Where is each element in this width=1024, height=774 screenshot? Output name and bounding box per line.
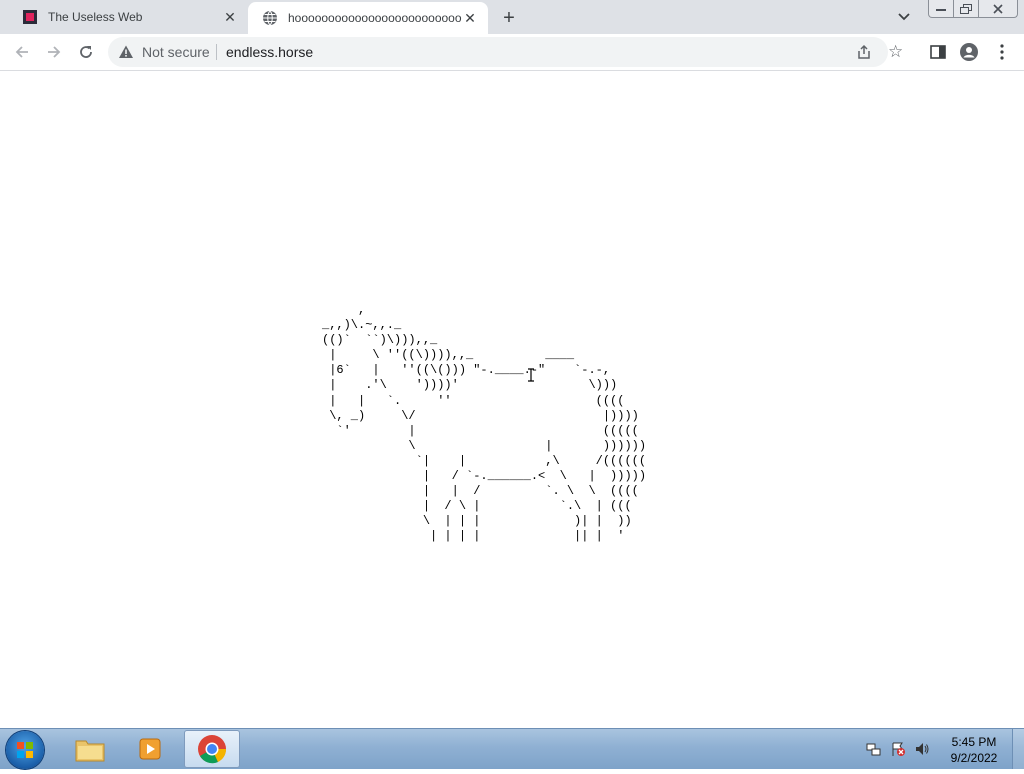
warning-icon[interactable] [118,44,134,60]
taskbar-explorer[interactable] [62,730,118,768]
minimize-button[interactable] [928,0,954,18]
volume-icon[interactable] [914,741,930,757]
restore-button[interactable] [953,0,979,18]
folder-icon [75,740,105,762]
taskbar-media-player[interactable] [122,730,178,768]
share-icon[interactable] [856,44,872,60]
forward-arrow-icon [48,46,61,58]
clock-date: 9/2/2022 [950,751,998,765]
side-panel-icon[interactable] [929,43,947,61]
security-status[interactable]: Not secure [142,44,210,60]
ascii-horse-art: , _,,)\.~,,._ (()` ``)\))),,_ | \ ''((\)… [322,303,647,544]
taskbar: 5:45 PM 9/2/2022 [0,728,1024,769]
profile-avatar-icon[interactable] [960,43,978,61]
globe-icon [263,10,277,26]
new-tab-button[interactable]: + [497,6,521,30]
back-arrow-icon [15,46,28,58]
bookmark-star-icon[interactable]: ☆ [888,42,903,62]
tab-strip: The Useless Web ✕ hooooooooooooooooooooo… [0,0,1024,34]
menu-kebab-icon[interactable] [993,43,1011,61]
tab-search-chevron-icon[interactable] [894,8,914,26]
system-clock[interactable]: 5:45 PM 9/2/2022 [946,734,1002,766]
network-icon[interactable] [866,741,882,757]
start-button[interactable] [6,731,44,769]
window-close-button[interactable] [978,0,1018,18]
taskbar-chrome[interactable] [184,730,240,768]
url-text[interactable]: endless.horse [226,44,313,60]
tab-close-icon[interactable]: ✕ [462,10,478,26]
page-viewport: , _,,)\.~,,._ (()` ``)\))),,_ | \ ''((\)… [0,71,1024,728]
back-button[interactable] [10,40,34,64]
browser-toolbar: Not secure endless.horse ☆ [0,34,1024,71]
useless-web-favicon [23,10,37,24]
text-cursor-icon [528,368,534,382]
tab-close-icon[interactable]: ✕ [222,9,238,25]
tab-title: hoooooooooooooooooooooooooooooooooo [288,11,462,25]
reload-icon [80,46,92,58]
address-bar[interactable]: Not secure endless.horse ☆ [108,37,903,67]
reload-button[interactable] [74,40,98,64]
forward-button[interactable] [42,40,66,64]
divider [216,44,217,60]
show-desktop-button[interactable] [1012,729,1024,769]
media-player-icon [139,738,161,760]
chrome-icon [198,735,227,764]
tab-title: The Useless Web [48,10,143,24]
action-center-flag-icon[interactable] [890,741,906,757]
tab-useless-web[interactable]: The Useless Web ✕ [8,0,248,34]
tab-endless-horse[interactable]: hoooooooooooooooooooooooooooooooooo ✕ [248,2,488,34]
clock-time: 5:45 PM [951,735,997,749]
windows-logo-icon [17,742,33,758]
